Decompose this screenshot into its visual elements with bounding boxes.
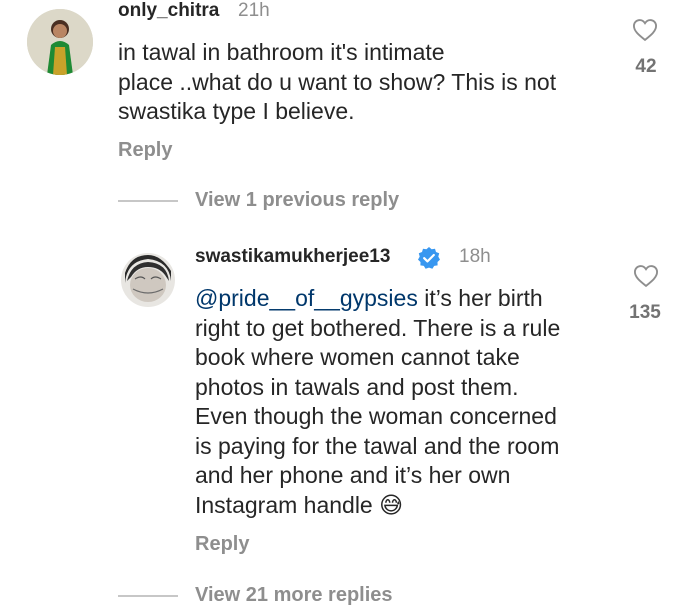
reply-button[interactable]: Reply [195,533,249,556]
avatar-only-chitra[interactable] [27,9,93,75]
heart-icon [632,19,658,42]
thread-divider [118,200,178,202]
comment-text: in tawal in bathroom it's intimate place… [118,38,618,127]
comment-time: 21h [238,0,270,21]
reply-time: 18h [459,246,491,267]
reply-line-text: Instagram handle [195,491,380,518]
reply-line: Instagram handle 😅 [195,491,615,522]
comment-username[interactable]: only_chitra [118,0,219,22]
comment-line: swastika type I believe. [118,98,355,124]
like-count: 42 [635,56,657,77]
reply-line: photos in tawals and post them. [195,373,519,400]
like-count: 135 [629,302,661,323]
reply-line: book where women cannot take [195,344,520,370]
like-button[interactable] [631,262,661,295]
reply-username[interactable]: swastikamukherjee13 [195,246,390,268]
reply-text: @pride__of__gypsies it’s her birth right… [195,284,615,521]
reply-line-rest: it’s her birth [417,285,543,311]
reply-line: is paying for the tawal and the room [195,432,560,459]
reply-line: @pride__of__gypsies it’s her birth [195,284,615,314]
mention-link[interactable]: @pride__of__gypsies [195,285,418,311]
reply-line: and her phone and it’s her own [195,462,511,488]
avatar-image [121,253,175,307]
like-button[interactable] [630,16,660,49]
thread-divider [118,595,178,597]
grinning-sweat-emoji-icon: 😅 [379,492,404,519]
avatar-image [27,9,93,75]
verified-badge-icon [417,246,441,270]
reply-line: right to get bothered. There is a rule [195,314,561,341]
reply-line: Even though the woman concerned [195,403,557,429]
view-previous-reply-link[interactable]: View 1 previous reply [195,189,399,212]
avatar-swastikamukherjee13[interactable] [121,253,175,307]
reply-button[interactable]: Reply [118,139,172,162]
heart-icon [633,265,659,288]
comment-line: place ..what do u want to show? This is … [118,68,557,95]
comment-line: in tawal in bathroom it's intimate [118,39,445,65]
view-more-replies-link[interactable]: View 21 more replies [195,584,393,607]
